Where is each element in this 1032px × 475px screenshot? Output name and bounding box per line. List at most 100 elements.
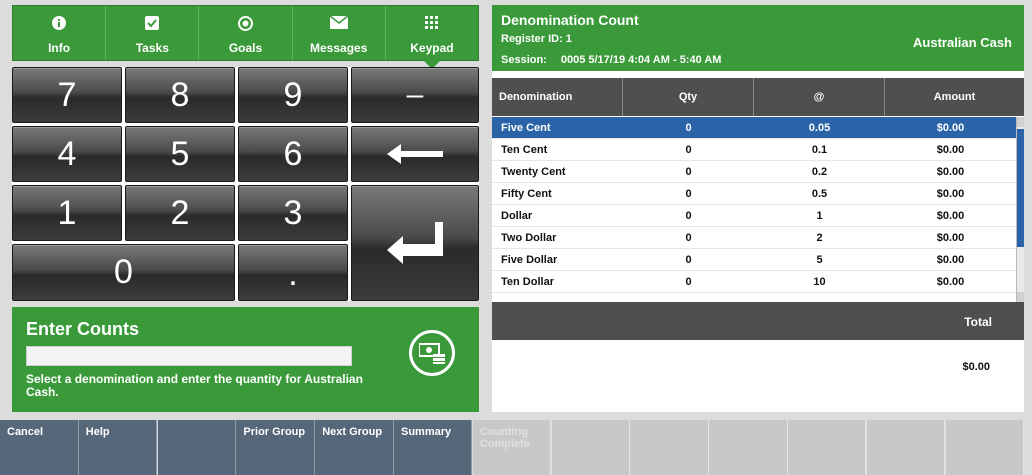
enter-counts-panel: Enter Counts Select a denomination and e… xyxy=(12,307,479,412)
backspace-arrow-icon xyxy=(387,144,443,164)
rate-cell: 0.05 xyxy=(808,121,831,134)
table-row[interactable]: Ten Cent 0 0.1 $0.00 xyxy=(492,139,1016,161)
tab-label: Goals xyxy=(228,41,263,55)
summary-button[interactable]: Summary xyxy=(393,420,473,475)
table-row[interactable]: Five Dollar 0 5 $0.00 xyxy=(492,249,1016,271)
qty-cell: 0 xyxy=(685,187,692,200)
denomination-cell: Ten Cent xyxy=(501,143,548,156)
amount-cell: $0.00 xyxy=(936,209,965,222)
qty-cell: 0 xyxy=(685,275,692,288)
scroll-up-icon[interactable] xyxy=(1017,117,1024,127)
minus-key[interactable]: – xyxy=(351,67,479,123)
info-icon xyxy=(13,16,105,32)
enter-arrow-icon xyxy=(387,222,443,264)
key-3[interactable]: 3 xyxy=(238,185,348,241)
tab-label: Tasks xyxy=(135,41,169,55)
table-row[interactable]: Two Dollar 0 2 $0.00 xyxy=(492,227,1016,249)
decimal-key[interactable]: . xyxy=(238,244,348,301)
qty-cell: 0 xyxy=(685,231,692,244)
denomination-cell: Five Cent xyxy=(501,121,551,134)
cash-icon xyxy=(419,343,445,364)
amount-cell: $0.00 xyxy=(936,253,965,266)
tab-label: Keypad xyxy=(410,41,454,55)
blank-function-button[interactable] xyxy=(630,420,709,475)
envelope-icon xyxy=(293,16,385,32)
denomination-cell: Twenty Cent xyxy=(501,165,566,178)
qty-cell: 0 xyxy=(685,121,692,134)
next-group-button[interactable]: Next Group xyxy=(315,420,394,475)
count-input-field[interactable] xyxy=(26,346,352,366)
denomination-header: Denomination Count Register ID: 1 Sessio… xyxy=(492,5,1024,71)
blank-function-button[interactable] xyxy=(866,420,946,475)
qty-cell: 0 xyxy=(685,253,692,266)
enter-key[interactable] xyxy=(351,185,479,301)
blank-function-button[interactable] xyxy=(787,420,867,475)
table-row[interactable]: Five Cent 0 0.05 $0.00 xyxy=(492,117,1016,139)
qty-cell: 0 xyxy=(685,165,692,178)
table-row[interactable]: Twenty Cent 0 0.2 $0.00 xyxy=(492,161,1016,183)
denomination-cell: Fifty Cent xyxy=(501,187,552,200)
backspace-key[interactable] xyxy=(351,126,479,182)
target-icon xyxy=(199,16,291,32)
amount-cell: $0.00 xyxy=(936,165,965,178)
scrollbar-thumb[interactable] xyxy=(1017,129,1024,247)
denomination-cell: Ten Dollar xyxy=(501,275,554,288)
qty-cell: 0 xyxy=(685,143,692,156)
key-5[interactable]: 5 xyxy=(125,126,235,182)
rate-cell: 0.2 xyxy=(811,165,828,178)
denomination-cell: Dollar xyxy=(501,209,533,222)
column-header: @ xyxy=(754,78,885,116)
tab-info[interactable]: Info xyxy=(13,6,107,60)
table-row[interactable]: Fifty Cent 0 0.5 $0.00 xyxy=(492,183,1016,205)
session-label: Session: xyxy=(501,54,547,66)
table-scrollbar[interactable] xyxy=(1016,117,1024,302)
tab-goals[interactable]: Goals xyxy=(199,6,293,60)
scroll-down-icon[interactable] xyxy=(1017,292,1024,302)
blank-function-button[interactable] xyxy=(709,420,788,475)
tab-tasks[interactable]: Tasks xyxy=(106,6,200,60)
help-button[interactable]: Help xyxy=(78,420,158,475)
total-label: Total xyxy=(964,315,992,329)
prior-group-button[interactable]: Prior Group xyxy=(236,420,315,475)
blank-function-button[interactable] xyxy=(157,420,237,475)
rate-cell: 1 xyxy=(816,209,823,222)
amount-cell: $0.00 xyxy=(936,231,965,244)
key-6[interactable]: 6 xyxy=(238,126,348,182)
rate-cell: 0.1 xyxy=(811,143,828,156)
rate-cell: 10 xyxy=(813,275,826,288)
left-panel: Info Tasks Goals Messages Keypad 7 8 9 –… xyxy=(12,5,479,412)
tab-label: Info xyxy=(48,41,71,55)
session-info: Session: 0005 5/17/19 4:04 AM - 5:40 AM xyxy=(501,54,721,66)
counting-complete-button[interactable]: Counting Complete xyxy=(472,420,552,475)
column-header: Denomination xyxy=(492,78,623,116)
key-8[interactable]: 8 xyxy=(125,67,235,123)
checkbox-icon xyxy=(106,16,198,32)
blank-function-button[interactable] xyxy=(945,420,1025,475)
numeric-keypad: 7 8 9 – 4 5 6 1 2 3 0 . xyxy=(12,67,479,301)
amount-cell: $0.00 xyxy=(936,121,965,134)
cash-drawer-button[interactable] xyxy=(409,330,455,376)
key-9[interactable]: 9 xyxy=(238,67,348,123)
table-row[interactable]: Ten Dollar 0 10 $0.00 xyxy=(492,271,1016,293)
key-1[interactable]: 1 xyxy=(12,185,122,241)
column-header: Qty xyxy=(623,78,754,116)
total-bar: Total xyxy=(492,302,1024,340)
total-value: $0.00 xyxy=(962,361,990,373)
function-bar: Cancel Help Prior Group Next Group Summa… xyxy=(0,420,1032,475)
key-2[interactable]: 2 xyxy=(125,185,235,241)
blank-function-button[interactable] xyxy=(551,420,631,475)
table-row[interactable]: Dollar 0 1 $0.00 xyxy=(492,205,1016,227)
table-header: Denomination Qty @ Amount xyxy=(492,78,1024,116)
key-0[interactable]: 0 xyxy=(12,244,235,301)
key-4[interactable]: 4 xyxy=(12,126,122,182)
tab-messages[interactable]: Messages xyxy=(293,6,386,60)
denomination-cell: Two Dollar xyxy=(501,231,557,244)
cancel-button[interactable]: Cancel xyxy=(0,420,79,475)
denomination-panel: Denomination Count Register ID: 1 Sessio… xyxy=(492,5,1024,412)
rate-cell: 0.5 xyxy=(811,187,828,200)
enter-counts-title: Enter Counts xyxy=(26,319,140,339)
key-7[interactable]: 7 xyxy=(12,67,122,123)
amount-cell: $0.00 xyxy=(936,275,965,288)
register-id: Register ID: 1 xyxy=(501,33,572,45)
tab-keypad[interactable]: Keypad xyxy=(386,6,478,69)
